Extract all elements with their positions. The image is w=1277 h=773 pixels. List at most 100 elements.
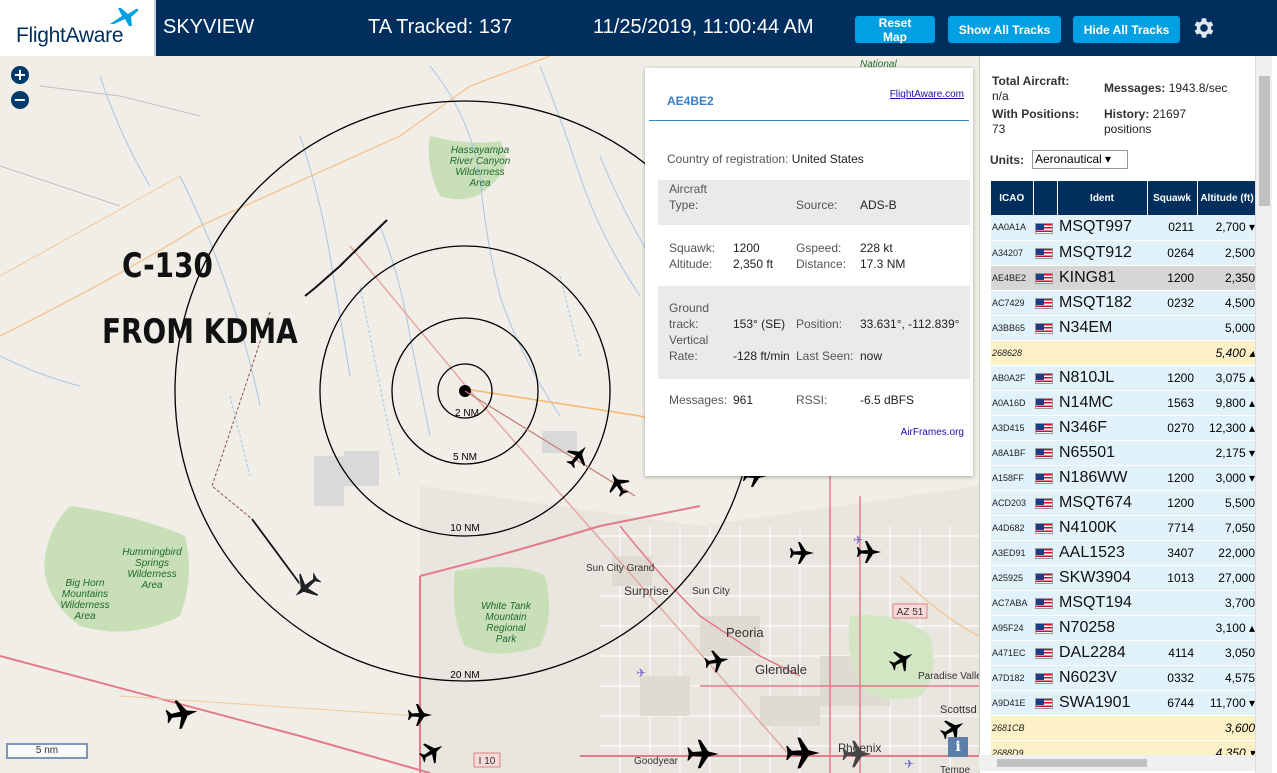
cell-squawk <box>1147 440 1197 466</box>
position-value: 33.631°, -112.839° <box>860 317 960 331</box>
history-label: History: <box>1104 107 1150 121</box>
table-row[interactable]: A471EC DAL2284 4114 3,050 <box>991 640 1257 666</box>
tracked-count: TA Tracked: 137 <box>368 16 513 38</box>
col-header-flag[interactable] <box>1033 181 1058 215</box>
rssi-value: -6.5 dBFS <box>860 393 915 407</box>
us-flag-icon <box>1035 272 1053 284</box>
cell-squawk: 0270 <box>1147 415 1197 441</box>
scrollbar-thumb[interactable] <box>1259 76 1270 206</box>
us-flag-icon <box>1035 372 1053 384</box>
table-row[interactable]: A8A1BF N65501 2,175 ▾ <box>991 440 1257 466</box>
source-label: Source: <box>796 198 838 212</box>
table-row[interactable]: A4D682 N4100K 7714 7,050 <box>991 515 1257 541</box>
cell-altitude: 3,050 <box>1197 640 1257 666</box>
cell-icao: A8A1BF <box>991 440 1033 466</box>
table-row[interactable]: A0A16D N14MC 1563 9,800 ▴ <box>991 390 1257 416</box>
messages-value: 961 <box>733 393 754 407</box>
cell-altitude: 7,050 <box>1197 515 1257 541</box>
us-flag-icon <box>1035 622 1053 634</box>
vertical-scrollbar[interactable] <box>1255 56 1272 773</box>
cell-icao: AC7ABA <box>991 590 1033 616</box>
col-header-icao[interactable]: ICAO <box>991 181 1034 215</box>
cell-icao: A3ED91 <box>991 540 1033 566</box>
table-row[interactable]: A158FF N186WW 1200 3,000 ▾ <box>991 465 1257 491</box>
table-row[interactable]: ACD203 MSQT674 1200 5,500 <box>991 490 1257 516</box>
gspeed-value: 228 kt <box>860 241 893 255</box>
cell-icao: AE4BE2 <box>991 265 1033 291</box>
annotation-from-kdma: FROM KDMA <box>102 312 298 352</box>
cell-flag <box>1033 690 1057 716</box>
table-row[interactable]: A3ED91 AAL1523 3407 22,000 <box>991 540 1257 566</box>
table-row[interactable]: A3BB65 N34EM 5,000 <box>991 315 1257 341</box>
park-hassayampa-4: Area <box>468 178 491 189</box>
scrollbar-thumb[interactable] <box>997 759 1147 767</box>
cell-squawk <box>1147 615 1197 641</box>
cell-squawk: 1200 <box>1147 365 1197 391</box>
cell-ident: N346F <box>1057 415 1147 441</box>
shield-i10: I 10 <box>473 752 501 768</box>
logo-text: FlightAware <box>16 24 124 47</box>
table-row[interactable]: A7D182 N6023V 0332 4,575 <box>991 665 1257 691</box>
table-row[interactable]: 2681CB 3,600 <box>991 715 1257 741</box>
cell-ident: MSQT912 <box>1057 240 1147 266</box>
us-flag-icon <box>1035 597 1053 609</box>
cell-icao: ACD203 <box>991 490 1033 516</box>
table-row[interactable]: AB0A2F N810JL 1200 3,075 ▴ <box>991 365 1257 391</box>
col-header-squawk[interactable]: Squawk <box>1147 181 1198 215</box>
place-tempe: Tempe <box>940 765 970 773</box>
annotation-c130: C-130 <box>122 246 213 286</box>
zoom-in-button[interactable]: + <box>11 66 29 84</box>
cell-altitude: 4,500 <box>1197 290 1257 316</box>
table-row[interactable]: AC7ABA MSQT194 3,700 <box>991 590 1257 616</box>
cell-squawk: 7714 <box>1147 515 1197 541</box>
us-flag-icon <box>1035 222 1053 234</box>
cell-icao: AB0A2F <box>991 365 1033 391</box>
gear-icon[interactable] <box>1190 15 1216 41</box>
hide-all-tracks-button[interactable]: Hide All Tracks <box>1073 16 1180 43</box>
table-row[interactable]: AC7429 MSQT182 0232 4,500 <box>991 290 1257 316</box>
total-aircraft-label: Total Aircraft: <box>992 74 1070 88</box>
table-row[interactable]: 268628 5,400 ▴ <box>991 340 1257 366</box>
vertical-rate-value: -128 ft/min <box>733 349 790 363</box>
cell-altitude: 5,400 ▴ <box>1197 340 1257 366</box>
table-row[interactable]: A34207 MSQT912 0264 2,500 <box>991 240 1257 266</box>
table-row[interactable]: AA0A1A MSQT997 0211 2,700 ▾ <box>991 215 1257 241</box>
table-row[interactable]: AE4BE2 KING81 1200 2,350 <box>991 265 1257 291</box>
park-whitetank-4: Park <box>496 634 518 645</box>
cell-flag <box>1033 490 1057 516</box>
units-select[interactable]: Aeronautical ▾ <box>1032 150 1128 169</box>
flightaware-logo[interactable]: FlightAware <box>0 0 156 56</box>
table-row[interactable]: A3D415 N346F 0270 12,300 ▴ <box>991 415 1257 441</box>
cell-ident: N34EM <box>1057 315 1147 341</box>
messages-label: Messages: <box>669 393 728 407</box>
rssi-label: RSSI: <box>796 393 828 407</box>
squawk-label: Squawk: <box>669 241 716 255</box>
cell-flag <box>1033 590 1057 616</box>
map-info-button[interactable]: i <box>948 737 968 757</box>
reset-map-button[interactable]: Reset Map <box>855 16 935 44</box>
history-stat: History: 21697 positions <box>1104 107 1186 137</box>
zoom-out-button[interactable]: − <box>11 91 29 109</box>
horizontal-scrollbar[interactable] <box>979 755 1255 771</box>
airframes-link[interactable]: AirFrames.org <box>901 427 964 438</box>
airport-icon: ✈ <box>904 757 914 771</box>
aircraft-table-wrapper[interactable]: ICAO Ident Squawk Altitude (ft) AA0A1A MS… <box>991 181 1257 771</box>
country-label: Country of registration: <box>667 152 789 166</box>
place-sun-city-grand: Sun City Grand <box>586 563 654 574</box>
col-header-altitude[interactable]: Altitude (ft) <box>1197 181 1257 215</box>
table-row[interactable]: A25925 SKW3904 1013 27,000 <box>991 565 1257 591</box>
cell-flag <box>1033 565 1057 591</box>
total-aircraft-value: n/a <box>992 89 1009 103</box>
us-flag-icon <box>1035 447 1053 459</box>
cell-flag <box>1033 640 1057 666</box>
table-row[interactable]: A9D41E SWA1901 6744 11,700 ▾ <box>991 690 1257 716</box>
history-unit: positions <box>1104 122 1152 136</box>
cell-icao: 2681CB <box>991 715 1033 741</box>
col-header-ident[interactable]: Ident <box>1057 181 1148 215</box>
cell-ident: N70258 <box>1057 615 1147 641</box>
cell-ident: MSQT674 <box>1057 490 1147 516</box>
table-row[interactable]: A95F24 N70258 3,100 ▴ <box>991 615 1257 641</box>
show-all-tracks-button[interactable]: Show All Tracks <box>948 16 1061 43</box>
flightaware-link[interactable]: FlightAware.com <box>890 89 964 100</box>
with-positions-stat: With Positions: 73 <box>992 107 1079 137</box>
